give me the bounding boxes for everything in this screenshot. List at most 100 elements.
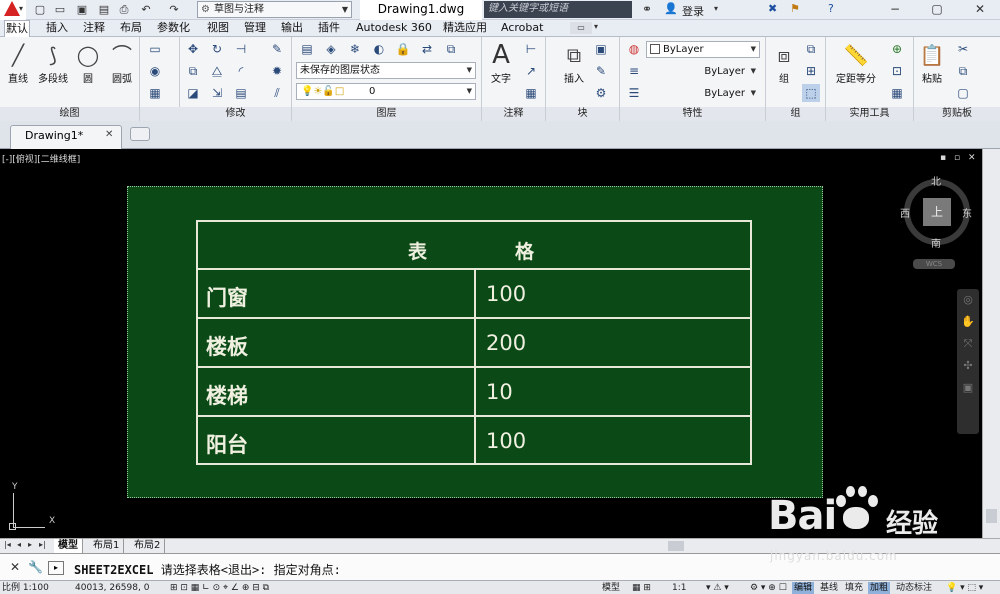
create-block-icon[interactable]: ▣ <box>592 40 610 58</box>
copy-icon[interactable]: ⧉ <box>184 62 202 80</box>
login-link[interactable]: 登录 <box>682 3 704 19</box>
ribbon-toggle-icon[interactable]: ▭ <box>570 22 592 34</box>
model-space-button[interactable]: 模型 <box>602 582 620 594</box>
stretch-icon[interactable]: ◪ <box>184 84 202 102</box>
zoom-extents-icon[interactable]: ⤧ <box>957 333 979 355</box>
layers-panel-title[interactable]: 图层 <box>292 107 481 121</box>
cad-table[interactable]: 表格 门窗 100 楼板 200 楼梯 10 阳台 100 <box>196 220 752 465</box>
block-panel-title[interactable]: 块 <box>546 107 619 121</box>
last-layout-icon[interactable]: ▸| <box>39 540 46 549</box>
linetype-icon[interactable]: ≡ <box>625 62 643 80</box>
layer-match-icon[interactable]: ⇄ <box>418 40 436 58</box>
viewport-controls-label[interactable]: [-][俯视][二维线框] <box>2 152 80 165</box>
tab-layout1[interactable]: 布局1 <box>89 539 125 554</box>
status-toggle-icons[interactable]: ⊞ ⊡ ▦ ∟ ⊙ ⌖ ∠ ⊕ ⊟ ⧉ <box>170 582 269 594</box>
close-button[interactable]: ✕ <box>965 0 995 20</box>
paste-button[interactable]: 📋 粘贴 <box>916 40 948 85</box>
network-icon[interactable]: ⚑ <box>790 2 800 15</box>
utilities-panel-title[interactable]: 实用工具 <box>826 107 913 121</box>
layer-off-icon[interactable]: ◐ <box>370 40 388 58</box>
lightbulb-icon[interactable]: 💡 ▾ ⬚ ▾ <box>946 582 983 594</box>
color-wheel-icon[interactable]: ◍ <box>625 40 643 58</box>
tab-layout[interactable]: 布局 <box>119 20 143 37</box>
tab-parametric[interactable]: 参数化 <box>156 20 191 37</box>
ungroup-icon[interactable]: ⧉ <box>802 40 820 58</box>
erase-icon[interactable]: ✎ <box>268 40 286 58</box>
layer-walk-icon[interactable]: ⧉ <box>442 40 460 58</box>
group-button[interactable]: ⧈ 组 <box>768 40 800 85</box>
layer-lock-icon[interactable]: 🔒 <box>394 40 412 58</box>
layer-freeze-icon[interactable]: ❄ <box>346 40 364 58</box>
trim-icon[interactable]: ⊣ <box>232 40 250 58</box>
rectangle-icon[interactable]: ▭ <box>146 40 164 58</box>
command-history-icon[interactable]: ▸ <box>48 561 64 575</box>
command-line[interactable]: ✕ 🔧 ▸ SHEET2EXCEL 请选择表格<退出>: 指定对角点: <box>0 553 1000 580</box>
undo-icon[interactable]: ↶ <box>138 2 154 17</box>
viewport-minimize-icon[interactable]: ▪ <box>940 153 946 163</box>
draw-panel-title[interactable]: 绘图 <box>0 107 139 121</box>
hatch-icon[interactable]: ◉ <box>146 62 164 80</box>
layer-state-select[interactable]: 未保存的图层状态 ▼ <box>296 62 476 79</box>
fillet-icon[interactable]: ◜ <box>232 62 250 80</box>
arc-button[interactable]: ⌒ 圆弧 <box>106 40 138 85</box>
horizontal-scrollbar-thumb[interactable] <box>668 541 684 551</box>
groups-panel-title[interactable]: 组 <box>766 107 825 121</box>
tab-featured-apps[interactable]: 精选应用 <box>442 20 488 37</box>
vertical-scrollbar[interactable] <box>982 149 1000 538</box>
modify-panel-title[interactable]: 修改 <box>180 107 291 121</box>
quick-view-icons[interactable]: ▦ ⊞ <box>632 582 651 594</box>
next-layout-icon[interactable]: ▸ <box>28 540 32 549</box>
search-input[interactable]: 键入关键字或短语 <box>484 1 632 18</box>
tab-home[interactable]: 默认 <box>4 20 30 38</box>
move-icon[interactable]: ✥ <box>184 40 202 58</box>
table-icon[interactable]: ▦ <box>522 84 540 102</box>
layer-properties-icon[interactable]: ▤ <box>298 40 316 58</box>
wrench-icon[interactable]: 🔧 <box>28 560 43 574</box>
tab-insert[interactable]: 插入 <box>45 20 69 37</box>
print-icon[interactable]: ⎙ <box>116 2 132 17</box>
group-select-icon[interactable]: ⬚ <box>802 84 820 102</box>
app-menu-button[interactable]: ▾ <box>0 0 26 20</box>
tab-autodesk-360[interactable]: Autodesk 360 <box>355 20 433 37</box>
annotation-scale[interactable]: 1:1 <box>672 582 686 594</box>
orbit-icon[interactable]: ✣ <box>957 355 979 377</box>
circle-button[interactable]: ◯ 圆 <box>72 40 104 85</box>
tab-model[interactable]: 模型 <box>54 539 83 554</box>
new-file-icon[interactable]: ▢ <box>32 2 48 17</box>
status-btn-dynamic-dim[interactable]: 动态标注 <box>894 582 934 594</box>
steering-wheel-icon[interactable]: ◎ <box>957 289 979 311</box>
leader-icon[interactable]: ↗ <box>522 62 540 80</box>
copy-clip-icon[interactable]: ⧉ <box>954 62 972 80</box>
annotation-icons[interactable]: ▾ ⚠ ▾ <box>706 582 729 594</box>
linetype-select[interactable]: ByLayer ▼ <box>646 63 760 80</box>
wcs-menu[interactable]: WCS <box>913 259 955 269</box>
rotate-icon[interactable]: ↻ <box>208 40 226 58</box>
dimension-icon[interactable]: ⊢ <box>522 40 540 58</box>
redo-icon[interactable]: ↷ <box>166 2 182 17</box>
scale-readout[interactable]: 比例 1:100 <box>2 582 49 594</box>
layer-isolate-icon[interactable]: ◈ <box>322 40 340 58</box>
line-button[interactable]: ╱ 直线 <box>2 40 34 85</box>
tab-output[interactable]: 输出 <box>280 20 304 37</box>
viewport-close-icon[interactable]: ✕ <box>968 153 976 163</box>
exchange-icon[interactable]: ✖ <box>768 2 777 15</box>
chevron-down-icon[interactable]: ▾ <box>594 22 598 31</box>
new-tab-button[interactable] <box>130 127 150 141</box>
status-btn-baseline[interactable]: 基线 <box>818 582 840 594</box>
measure-button[interactable]: 📏 定距等分 <box>830 40 882 85</box>
first-layout-icon[interactable]: |◂ <box>4 540 11 549</box>
current-layer-select[interactable]: 💡☀🔓□ 0 ▼ <box>296 83 476 100</box>
save-as-icon[interactable]: ▤ <box>96 2 112 17</box>
explode-icon[interactable]: ✹ <box>268 62 286 80</box>
chevron-down-icon[interactable]: ▾ <box>714 4 718 13</box>
compass-east[interactable]: 东 <box>962 205 972 220</box>
quick-select-icon[interactable]: ⊕ <box>888 40 906 58</box>
save-icon[interactable]: ▣ <box>74 2 90 17</box>
scrollbar-thumb[interactable] <box>986 509 997 523</box>
status-btn-fill[interactable]: 填充 <box>843 582 865 594</box>
compass-west[interactable]: 西 <box>900 205 910 220</box>
lineweight-select[interactable]: ByLayer ▼ <box>646 85 760 102</box>
showmotion-icon[interactable]: ▣ <box>957 377 979 399</box>
tab-view[interactable]: 视图 <box>206 20 230 37</box>
cut-icon[interactable]: ✂ <box>954 40 972 58</box>
